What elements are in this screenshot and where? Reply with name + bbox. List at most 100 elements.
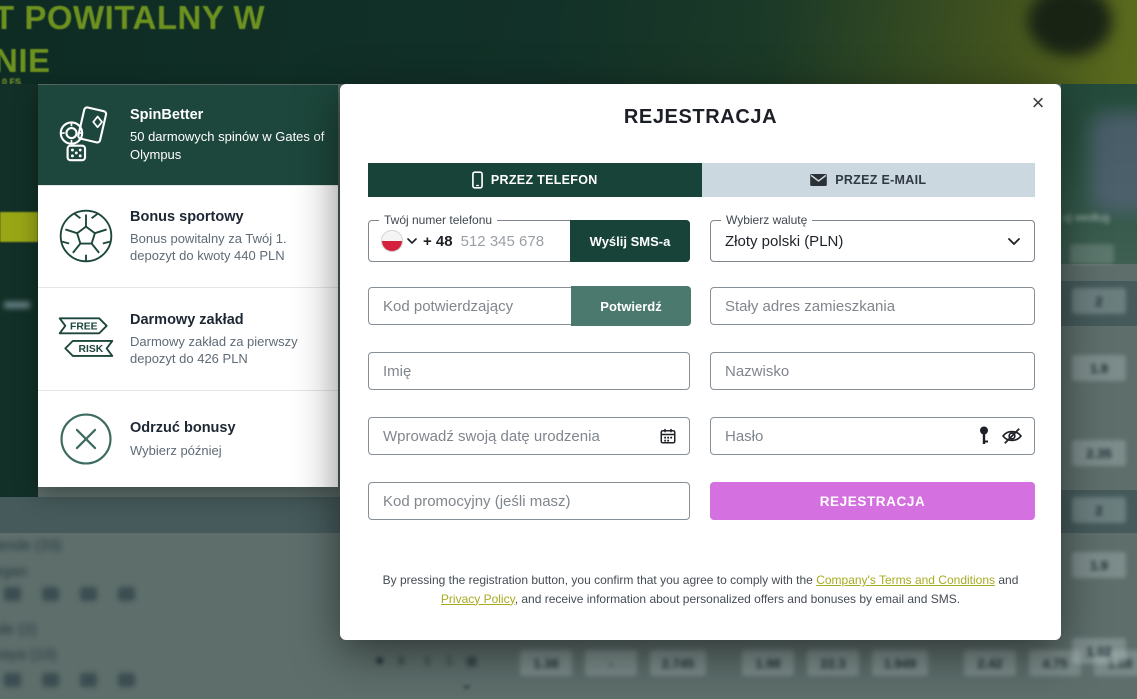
chart-icon [42, 587, 59, 601]
background-market-icons [4, 587, 135, 601]
odds-button: 2.42 [964, 650, 1016, 676]
background-league-list: lende (33) egan ide (2) kaya (10) [0, 533, 320, 699]
sidebar-item-reject-bonuses[interactable]: Odrzuć bonusy Wybierz później [38, 391, 338, 487]
email-icon [810, 174, 827, 186]
odds-button: - [585, 650, 637, 676]
odds-button: 1.9 [1072, 552, 1126, 578]
last-name-input[interactable] [710, 352, 1035, 390]
sidebar-item-sport-bonus[interactable]: Bonus sportowy Bonus powitalny za Twój 1… [38, 186, 338, 288]
poland-flag-icon[interactable] [381, 230, 403, 252]
chart-icon [80, 587, 97, 601]
promo-code-input[interactable] [368, 482, 690, 520]
chevron-down-icon [1008, 238, 1020, 245]
reject-x-icon [54, 410, 118, 468]
chart-icon [42, 673, 59, 687]
home-icon [118, 673, 135, 687]
background-market-icons [4, 673, 135, 687]
tab-label: PRZEZ E-MAIL [835, 173, 926, 187]
bonus-description: Darmowy zakład za pierwszy depozyt do 42… [130, 333, 328, 368]
bonus-description: Wybierz później [130, 442, 328, 460]
bonus-title: Darmowy zakład [130, 311, 328, 329]
birth-date-input[interactable] [368, 417, 690, 455]
registration-modal: × REJESTRACJA PRZEZ TELEFON PRZEZ E-MAIL [340, 84, 1061, 640]
pagination-item: ▣ [466, 654, 477, 668]
confirm-code-button[interactable]: Potwierdź [571, 286, 691, 326]
currency-field: Wybierz walutę Złoty polski (PLN) [710, 220, 1035, 262]
background-yellow-button-fragment [0, 212, 38, 242]
tab-label: PRZEZ TELEFON [491, 173, 598, 187]
background-section-band [0, 497, 340, 533]
background-league-row: egan [0, 563, 27, 580]
football-icon [54, 206, 118, 266]
toggle-password-visibility-icon[interactable] [1001, 427, 1023, 445]
background-left-strip [0, 84, 38, 497]
pagination-item: 1 [424, 654, 431, 668]
svg-text:FREE: FREE [70, 322, 98, 333]
odds-button: 1.02 [1072, 638, 1126, 664]
terms-link[interactable]: Company's Terms and Conditions [816, 573, 995, 587]
currency-select[interactable]: Złoty polski (PLN) [711, 221, 1034, 261]
page: T POWITALNY W NIE 0 FS uj według lende (… [0, 0, 1137, 699]
odds-button: 2.745 [650, 650, 706, 676]
home-icon [118, 587, 135, 601]
privacy-link[interactable]: Privacy Policy [441, 592, 515, 606]
phone-number-field: Twój numer telefonu + 48 Wyślij SMS-a [368, 220, 690, 262]
calendar-icon[interactable] [659, 427, 677, 445]
background-league-row: lende (33) [0, 537, 62, 554]
sidebar-item-free-bet[interactable]: FREE RISK Darmowy zakład Darmowy zakład … [38, 288, 338, 391]
pagination-item: 8 [398, 654, 405, 668]
bonus-title: Odrzuć bonusy [130, 419, 328, 437]
casino-icon [54, 104, 118, 166]
registration-submit-button[interactable]: REJESTRACJA [710, 482, 1035, 520]
odds-button: 1.949 [872, 650, 928, 676]
svg-text:RISK: RISK [78, 344, 103, 355]
background-promo-heading: T POWITALNY W NIE [0, 0, 265, 82]
bonus-description: Bonus powitalny za Twój 1. depozyt do kw… [130, 230, 328, 265]
sidebar-item-casino-bonus[interactable]: SpinBetter 50 darmowych spinów w Gates o… [38, 85, 338, 186]
registration-tabs: PRZEZ TELEFON PRZEZ E-MAIL [368, 163, 1035, 197]
pagination-dot: ● [375, 652, 384, 669]
bonus-sidebar: SpinBetter 50 darmowych spinów w Gates o… [38, 85, 338, 487]
modal-title: REJESTRACJA [340, 106, 1061, 129]
odds-button: 1.38 [520, 650, 572, 676]
chevron-down-icon: ⌄ [460, 674, 473, 694]
background-sort-toggle [1070, 244, 1114, 264]
phone-icon [472, 171, 483, 189]
dial-code: + 48 [423, 233, 453, 250]
odds-button: 1.98 [742, 650, 794, 676]
bonus-description: 50 darmowych spinów w Gates of Olympus [130, 128, 328, 163]
generate-password-key-icon[interactable] [979, 426, 989, 446]
background-league-row: kaya (10) [0, 646, 57, 663]
odds-button: 22.3 [807, 650, 859, 676]
address-input[interactable] [710, 287, 1035, 325]
background-blurred-figure [1090, 112, 1137, 212]
disclaimer-text: By pressing the registration button, you… [383, 573, 817, 587]
tab-by-phone[interactable]: PRZEZ TELEFON [368, 163, 702, 197]
odds-button: 1.9 [1072, 355, 1126, 381]
phone-field-label: Twój numer telefonu [379, 213, 497, 227]
free-risk-ribbon-icon: FREE RISK [54, 314, 118, 364]
odds-button: 2 [1072, 497, 1126, 523]
chart-icon [4, 587, 21, 601]
odds-button: 2.35 [1072, 440, 1126, 466]
disclaimer-text: , and receive information about personal… [515, 592, 960, 606]
phone-number-input[interactable] [461, 233, 571, 250]
bonus-title: Bonus sportowy [130, 208, 328, 226]
background-top-banner: T POWITALNY W NIE 0 FS [0, 0, 1137, 84]
send-sms-button[interactable]: Wyślij SMS-a [570, 220, 690, 262]
pagination-item: 1 [446, 654, 453, 668]
terms-disclaimer: By pressing the registration button, you… [380, 571, 1021, 608]
background-blurred-text [4, 302, 30, 308]
currency-value: Złoty polski (PLN) [725, 233, 1008, 250]
background-sort-label: uj według [1063, 212, 1109, 224]
first-name-input[interactable] [368, 352, 690, 390]
tab-by-email[interactable]: PRZEZ E-MAIL [702, 163, 1036, 197]
currency-field-label: Wybierz walutę [721, 213, 812, 227]
chart-icon [80, 673, 97, 687]
background-league-row: ide (2) [0, 621, 37, 638]
chart-icon [4, 673, 21, 687]
chevron-down-icon[interactable] [407, 238, 417, 244]
odds-button: 2 [1072, 288, 1126, 314]
disclaimer-text: and [995, 573, 1018, 587]
bonus-title: SpinBetter [130, 106, 328, 124]
